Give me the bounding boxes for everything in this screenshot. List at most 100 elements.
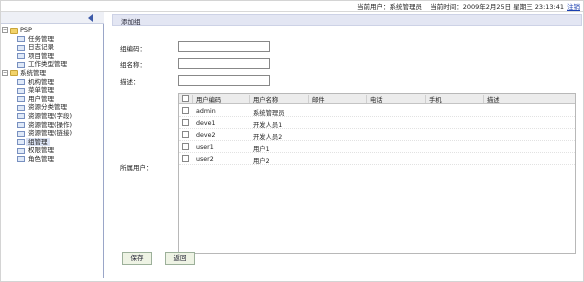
logout-link[interactable]: 注销 xyxy=(567,1,580,11)
description-label: 描述： xyxy=(120,78,140,86)
column-header-user-name[interactable]: 用户名称 xyxy=(253,95,278,104)
column-header-phone[interactable]: 电话 xyxy=(370,95,383,104)
tree-folder-item[interactable]: − 系统管理 xyxy=(0,69,104,78)
tree-item-label: 角色管理 xyxy=(28,154,54,163)
tree-item-label: 机构管理 xyxy=(28,77,54,86)
page-icon xyxy=(17,61,25,68)
row-checkbox[interactable] xyxy=(182,155,189,162)
column-header-user-code[interactable]: 用户编码 xyxy=(196,95,221,104)
page-icon xyxy=(17,156,25,163)
navigation-tree: − PSP 任务管理 日志记录 项目管理 工作类型管理 − 系统管理 机构管理 菜单管理 用户管理资… xyxy=(0,26,104,164)
tree-item-label: 任务管理 xyxy=(28,34,54,43)
page-icon xyxy=(17,96,25,103)
page-icon xyxy=(17,139,25,146)
tree-item-label: 资源分类管理 xyxy=(28,103,67,112)
column-divider xyxy=(483,95,484,103)
table-header-row: 用户编码 用户名称 邮件 电话 手机 描述 xyxy=(179,94,575,104)
tree-item-label: 日志记录 xyxy=(28,43,54,52)
row-checkbox[interactable] xyxy=(182,107,189,114)
select-all-checkbox[interactable] xyxy=(182,95,189,102)
table-row[interactable]: deve2 开发人员2 xyxy=(179,129,575,141)
column-divider xyxy=(425,95,426,103)
page-icon xyxy=(17,53,25,60)
tree-menu-item[interactable]: 机构管理 xyxy=(0,78,104,87)
page-icon xyxy=(17,104,25,111)
page-icon xyxy=(17,87,25,94)
page-icon xyxy=(17,44,25,51)
tree-menu-item[interactable]: 任务管理 xyxy=(0,35,104,44)
user-time-status: 当前用户：系统管理员 当前时间：2009年2月25日 星期三 23:13:41 xyxy=(357,1,564,11)
main-header: 添加组 xyxy=(112,14,582,26)
tree-item-label: 权限管理 xyxy=(28,146,54,155)
page-icon xyxy=(17,130,25,137)
column-header-email[interactable]: 邮件 xyxy=(312,95,325,104)
tree-menu-item[interactable]: 资源管理(链接) xyxy=(0,129,104,138)
group-name-input[interactable] xyxy=(178,58,270,69)
group-code-label: 组编码： xyxy=(120,45,146,53)
main-content: 添加组 组编码： 组名称： 描述： 所属用户： 用户编码 用户名称 邮件 电话 … xyxy=(112,12,582,278)
user-name-cell: 用户1 xyxy=(253,145,270,153)
folder-icon xyxy=(10,70,18,77)
column-divider xyxy=(192,95,193,103)
user-name-cell: 用户2 xyxy=(253,157,270,165)
left-navigation-frame: − PSP 任务管理 日志记录 项目管理 工作类型管理 − 系统管理 机构管理 菜单管理 用户管理资… xyxy=(0,12,104,278)
tree-item-label: 资源管理(操作) xyxy=(28,120,73,129)
back-button[interactable]: 返回 xyxy=(165,252,195,265)
tree-menu-item[interactable]: 权限管理 xyxy=(0,146,104,155)
tree-menu-item[interactable]: 资源管理(操作) xyxy=(0,121,104,130)
tree-menu-item[interactable]: 菜单管理 xyxy=(0,86,104,95)
column-header-mobile[interactable]: 手机 xyxy=(429,95,442,104)
table-row[interactable]: user1 用户1 xyxy=(179,141,575,153)
tree-menu-item[interactable]: 资源管理(字段) xyxy=(0,112,104,121)
tree-item-label: 工作类型管理 xyxy=(28,60,67,69)
tree-item-label: 资源管理(链接) xyxy=(28,129,73,138)
tree-item-label: PSP xyxy=(20,26,32,34)
table-row[interactable]: deve1 开发人员1 xyxy=(179,117,575,129)
users-label: 所属用户： xyxy=(120,164,153,172)
tree-item-label: 系统管理 xyxy=(20,68,46,77)
tree-item-label: 菜单管理 xyxy=(28,86,54,95)
folder-icon xyxy=(10,27,18,34)
column-header-description[interactable]: 描述 xyxy=(487,95,500,104)
collapse-arrow-icon[interactable] xyxy=(88,14,93,22)
page-icon xyxy=(17,79,25,86)
user-name-cell: 开发人员1 xyxy=(253,121,283,129)
description-input[interactable] xyxy=(178,75,270,86)
tree-menu-item[interactable]: 角色管理 xyxy=(0,155,104,164)
user-code-cell: deve2 xyxy=(196,131,216,139)
page-icon xyxy=(17,147,25,154)
table-row[interactable]: user2 用户2 xyxy=(179,153,575,165)
user-code-cell: user2 xyxy=(196,155,214,163)
top-status-bar: 当前用户：系统管理员 当前时间：2009年2月25日 星期三 23:13:41 … xyxy=(0,0,584,12)
group-code-input[interactable] xyxy=(178,41,270,52)
current-time-text: 当前时间：2009年2月25日 星期三 23:13:41 xyxy=(430,3,564,11)
collapse-toggle-icon[interactable]: − xyxy=(2,27,8,34)
user-name-cell: 开发人员2 xyxy=(253,133,283,141)
save-button[interactable]: 保存 xyxy=(122,252,152,265)
tree-item-label: 资源管理(字段) xyxy=(28,111,73,120)
user-code-cell: deve1 xyxy=(196,119,216,127)
column-divider xyxy=(308,95,309,103)
user-code-cell: user1 xyxy=(196,143,214,151)
column-divider xyxy=(366,95,367,103)
collapse-toggle-icon[interactable]: − xyxy=(2,70,8,77)
table-row[interactable]: admin 系统管理员 xyxy=(179,105,575,117)
user-name-cell: 系统管理员 xyxy=(253,109,285,117)
group-name-label: 组名称： xyxy=(120,61,146,69)
row-checkbox[interactable] xyxy=(182,143,189,150)
user-table: 用户编码 用户名称 邮件 电话 手机 描述 admin 系统管理员 deve1 开发人… xyxy=(178,93,576,254)
tree-menu-item[interactable]: 日志记录 xyxy=(0,43,104,52)
tree-menu-item[interactable]: 资源分类管理 xyxy=(0,103,104,112)
row-checkbox[interactable] xyxy=(182,119,189,126)
page-icon xyxy=(17,113,25,120)
column-divider xyxy=(249,95,250,103)
sidebar-collapse-bar xyxy=(0,12,104,24)
page-icon xyxy=(17,122,25,129)
page-title: 添加组 xyxy=(121,18,141,26)
tree-folder-item[interactable]: − PSP xyxy=(0,26,104,35)
row-checkbox[interactable] xyxy=(182,131,189,138)
tree-menu-item[interactable]: 工作类型管理 xyxy=(0,60,104,69)
current-user-text: 当前用户：系统管理员 xyxy=(356,3,422,11)
page-icon xyxy=(17,36,25,43)
user-code-cell: admin xyxy=(196,107,216,115)
